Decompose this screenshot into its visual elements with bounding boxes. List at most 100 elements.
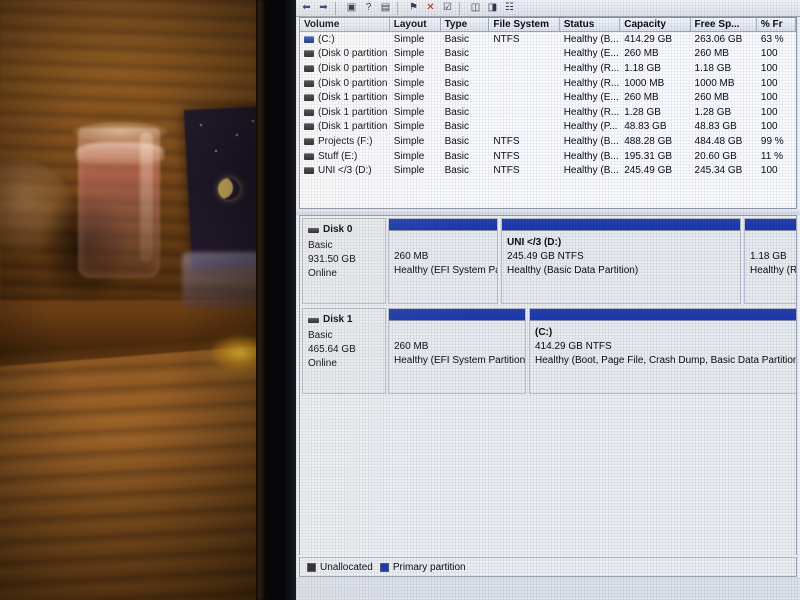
desk-photo-scene bbox=[0, 0, 262, 600]
cell-capacity: 260 MB bbox=[624, 48, 659, 60]
disk-info-panel[interactable]: Disk 0 Basic 931.50 GB Online bbox=[302, 218, 386, 304]
drive-icon bbox=[304, 64, 314, 72]
column-header-free-space[interactable]: Free Sp... bbox=[691, 18, 757, 31]
cell-layout: Simple bbox=[393, 92, 425, 104]
volume-list[interactable]: Volume Layout Type File System Status Capacit… bbox=[299, 17, 797, 209]
cell-capacity: 414.29 GB bbox=[624, 33, 673, 45]
partition-details: 1.18 GB Healthy (Rec bbox=[745, 231, 796, 303]
cell-type: Basic bbox=[444, 150, 470, 162]
disk-title: Disk 0 bbox=[308, 223, 380, 237]
cell-layout: Simple bbox=[393, 135, 425, 147]
table-row[interactable]: UNI </3 (D:) Simple Basic NTFS Healthy (B...… bbox=[300, 163, 796, 178]
cell-free-space: 263.06 GB bbox=[694, 33, 743, 45]
cell-type: Basic bbox=[444, 77, 470, 89]
table-row[interactable]: Projects (F:) Simple Basic NTFS Healthy (B..… bbox=[300, 134, 796, 149]
list-view-icon[interactable]: ☷ bbox=[502, 1, 517, 15]
partition-strip: 260 MB Healthy (EFI System Partition) (C:)… bbox=[388, 308, 796, 394]
cell-pct-free: 11 % bbox=[760, 150, 783, 162]
table-row[interactable]: (Disk 1 partition 5)Simple Basic Healthy (… bbox=[300, 120, 796, 135]
column-header-file-system[interactable]: File System bbox=[489, 18, 560, 31]
table-row[interactable]: Stuff (E:) Simple Basic NTFS Healthy (B... 19… bbox=[300, 149, 796, 164]
help-icon-glyph: ? bbox=[365, 2, 372, 13]
column-header-volume[interactable]: Volume bbox=[300, 18, 390, 31]
toolbar-separator bbox=[397, 1, 402, 15]
cell-pct-free: 99 % bbox=[760, 135, 784, 147]
drive-icon bbox=[304, 50, 314, 58]
legend-swatch bbox=[307, 562, 316, 572]
disk-status: Online bbox=[308, 358, 337, 369]
partition-block[interactable]: (C:) 414.29 GB NTFS Healthy (Boot, Page Fi… bbox=[529, 308, 797, 394]
table-row[interactable]: (Disk 0 partition 7)Simple Basic Healthy (… bbox=[300, 76, 796, 91]
cell-capacity: 1.28 GB bbox=[624, 106, 661, 118]
delete-icon-glyph: ✕ bbox=[426, 2, 435, 13]
table-row[interactable]: (Disk 0 partition 4)Simple Basic Healthy (… bbox=[300, 61, 796, 76]
table-row[interactable]: (Disk 0 partition 1)Simple Basic Healthy (… bbox=[300, 47, 796, 62]
partition-block[interactable]: 1.18 GB Healthy (Rec bbox=[744, 218, 796, 304]
new-volume-icon[interactable]: ◫ bbox=[468, 1, 483, 15]
cell-pct-free: 100 bbox=[760, 106, 778, 118]
cell-status: Healthy (B... bbox=[563, 135, 619, 147]
cell-type: Basic bbox=[444, 165, 470, 177]
partition-block[interactable]: UNI </3 (D:) 245.49 GB NTFS Healthy (Basic… bbox=[501, 218, 741, 304]
cell-volume: (C:) bbox=[300, 34, 390, 45]
column-header-type[interactable]: Type bbox=[441, 18, 490, 31]
cell-free-space: 260 MB bbox=[694, 48, 729, 60]
check-icon[interactable]: ☑ bbox=[440, 1, 455, 15]
cell-layout: Simple bbox=[393, 106, 425, 118]
drive-icon bbox=[304, 79, 314, 87]
cell-layout: Simple bbox=[393, 150, 425, 162]
volume-label: (Disk 1 partition 4) bbox=[318, 106, 390, 118]
disk-row[interactable]: Disk 1 Basic 465.64 GB Online 260 MB Healthy … bbox=[300, 308, 796, 396]
cell-status: Healthy (B... bbox=[563, 33, 619, 45]
disk-info-panel[interactable]: Disk 1 Basic 465.64 GB Online bbox=[302, 308, 386, 394]
disk-type: Basic bbox=[308, 330, 333, 341]
partition-block[interactable]: 260 MB Healthy (EFI System Partition) bbox=[388, 308, 526, 394]
table-row[interactable]: (C:) Simple Basic NTFS Healthy (B... 414.29 G… bbox=[300, 32, 796, 47]
cell-type: Basic bbox=[444, 106, 470, 118]
extend-volume-icon[interactable]: ◨ bbox=[485, 1, 500, 15]
drive-icon bbox=[304, 137, 314, 145]
cell-volume: (Disk 1 partition 5) bbox=[300, 121, 390, 132]
column-header-capacity[interactable]: Capacity bbox=[620, 18, 691, 31]
graphical-disk-view[interactable]: Disk 0 Basic 931.50 GB Online 260 MB Healthy … bbox=[299, 215, 797, 555]
volume-label: Stuff (E:) bbox=[318, 150, 358, 162]
partition-status: Healthy (Basic Data Partition) bbox=[507, 265, 639, 276]
cell-pct-free: 100 bbox=[760, 92, 778, 104]
disk-icon bbox=[308, 227, 319, 233]
show-hide-console-tree-icon[interactable]: ▣ bbox=[344, 1, 359, 15]
column-header-layout[interactable]: Layout bbox=[390, 18, 441, 31]
disk-title-label: Disk 1 bbox=[323, 314, 353, 325]
partition-status: Healthy (EFI System Partition) bbox=[394, 355, 526, 366]
disk-row[interactable]: Disk 0 Basic 931.50 GB Online 260 MB Healthy … bbox=[300, 218, 796, 306]
back-icon[interactable]: ⬅ bbox=[299, 1, 314, 15]
cell-status: Healthy (R... bbox=[563, 62, 620, 74]
cell-type: Basic bbox=[444, 92, 470, 104]
cell-type: Basic bbox=[444, 121, 470, 133]
properties-icon-glyph: ▤ bbox=[380, 2, 391, 13]
legend-swatch bbox=[379, 562, 389, 572]
column-header-status[interactable]: Status bbox=[560, 18, 621, 31]
cell-free-space: 1000 MB bbox=[694, 77, 735, 89]
cell-free-space: 1.18 GB bbox=[694, 62, 732, 74]
help-icon[interactable]: ? bbox=[361, 1, 376, 15]
forward-icon[interactable]: ➡ bbox=[316, 1, 331, 15]
column-header-pct-free[interactable]: % Fr bbox=[757, 18, 796, 31]
table-row[interactable]: (Disk 1 partition 2)Simple Basic Healthy (… bbox=[300, 90, 796, 105]
table-row[interactable]: (Disk 1 partition 4)Simple Basic Healthy (… bbox=[300, 105, 796, 120]
cell-layout: Simple bbox=[393, 33, 425, 45]
partition-size: 260 MB bbox=[394, 251, 429, 262]
cell-type: Basic bbox=[444, 48, 470, 60]
delete-icon[interactable]: ✕ bbox=[423, 1, 438, 15]
partition-block[interactable]: 260 MB Healthy (EFI System Pa bbox=[388, 218, 498, 304]
disk-capacity: 465.64 GB bbox=[308, 344, 356, 355]
cell-volume: (Disk 1 partition 4) bbox=[300, 107, 390, 118]
rescan-disks-icon[interactable]: ⚑ bbox=[406, 1, 421, 15]
volume-list-body[interactable]: (C:) Simple Basic NTFS Healthy (B... 414.29 G… bbox=[300, 32, 796, 178]
partition-status: Healthy (Boot, Page File, Crash Dump, Ba… bbox=[535, 355, 797, 366]
cell-file-system: NTFS bbox=[493, 33, 520, 45]
cell-layout: Simple bbox=[393, 77, 425, 89]
toolbar-separator bbox=[459, 1, 464, 15]
properties-icon[interactable]: ▤ bbox=[378, 1, 393, 15]
glass-highlight bbox=[140, 132, 153, 262]
volume-label: (Disk 1 partition 2) bbox=[318, 92, 390, 104]
